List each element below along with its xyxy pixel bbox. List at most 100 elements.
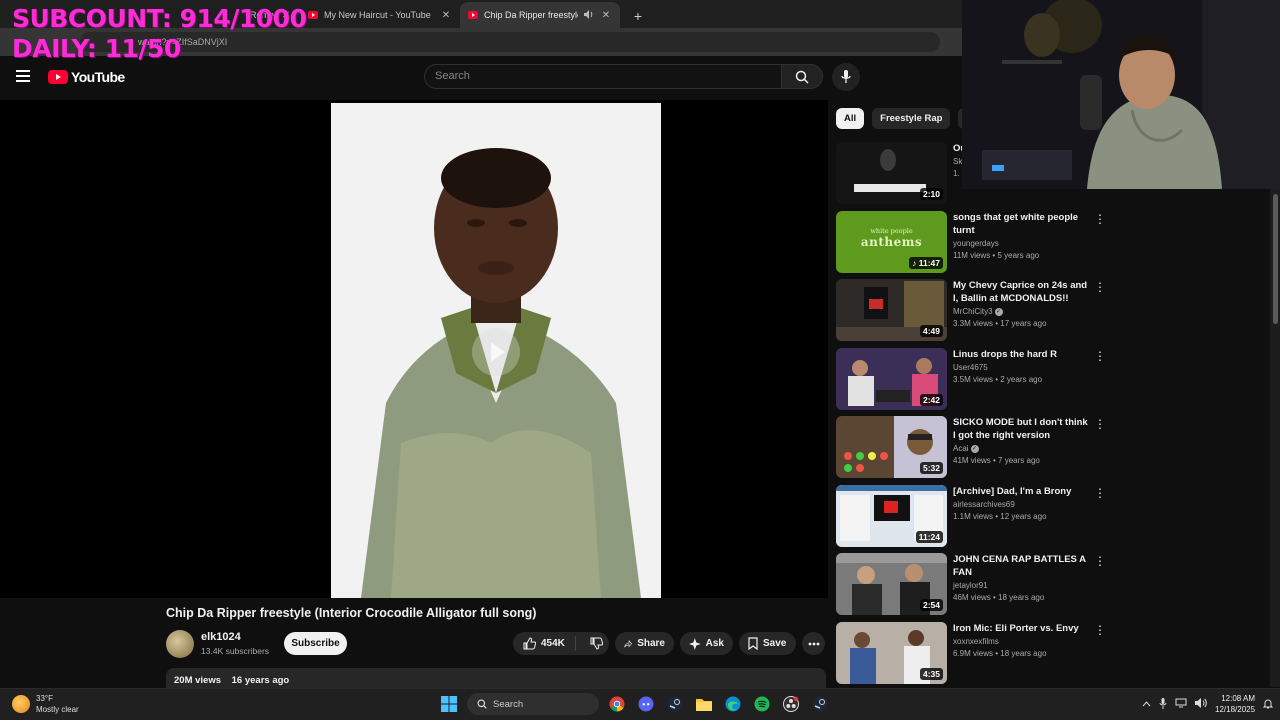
share-button[interactable]: Share xyxy=(615,632,674,655)
notification-bell-icon[interactable] xyxy=(1262,698,1274,711)
subscribe-button[interactable]: Subscribe xyxy=(284,632,347,655)
video-meta: 6.9M views • 18 years ago xyxy=(953,649,1047,658)
obs-icon[interactable] xyxy=(780,693,802,715)
close-icon[interactable]: ✕ xyxy=(440,10,452,21)
ask-button[interactable]: Ask xyxy=(680,632,733,655)
channel-name[interactable]: jetaylor91 xyxy=(953,581,1091,590)
video-meta: 11M views • 5 years ago xyxy=(953,251,1040,260)
recommendation-item[interactable]: 2:54 JOHN CENA RAP BATTLES A FAN jetaylo… xyxy=(836,553,1106,615)
play-icon[interactable] xyxy=(472,328,520,376)
save-button[interactable]: Save xyxy=(739,632,796,655)
more-vertical-icon[interactable]: ⋮ xyxy=(1094,555,1106,567)
weather-icon xyxy=(12,695,30,713)
network-icon[interactable] xyxy=(1175,698,1187,710)
weather-widget[interactable]: 33°F Mostly clear xyxy=(12,693,79,715)
file-explorer-icon[interactable] xyxy=(693,693,715,715)
chrome-icon[interactable] xyxy=(606,693,628,715)
recommendation-item[interactable]: 11:24 [Archive] Dad, I'm a Brony airless… xyxy=(836,485,1106,547)
browser-tab[interactable]: My New Haircut - YouTube ✕ xyxy=(300,2,460,28)
hamburger-menu-icon[interactable] xyxy=(16,70,30,82)
system-clock[interactable]: 12:08 AM 12/18/2025 xyxy=(1215,693,1255,715)
more-vertical-icon[interactable]: ⋮ xyxy=(1094,487,1106,499)
video-thumbnail[interactable]: 5:32 xyxy=(836,416,947,478)
taskbar-apps: Search xyxy=(438,693,831,715)
windows-start-icon[interactable] xyxy=(438,693,460,715)
subcount-overlay: SUBCOUNT: 914/1000 DAILY: 11/50 xyxy=(12,4,307,64)
channel-name[interactable]: MrChiCity3 xyxy=(953,307,993,316)
subscriber-count: 13.4K subscribers xyxy=(201,646,270,656)
subcount-text: SUBCOUNT: 914/1000 xyxy=(12,4,307,33)
youtube-logo[interactable]: YouTube xyxy=(48,69,125,85)
video-thumbnail[interactable]: white people anthems ♪ 11:47 xyxy=(836,211,947,273)
steam-icon[interactable] xyxy=(664,693,686,715)
channel-name[interactable]: youngerdays xyxy=(953,239,1091,248)
chip-all[interactable]: All xyxy=(836,108,865,129)
new-tab-button[interactable]: + xyxy=(626,4,650,28)
recommendation-item[interactable]: 4:35 Iron Mic: Eli Porter vs. Envy xoxnx… xyxy=(836,622,1106,684)
channel-name[interactable]: User4675 xyxy=(953,363,1091,372)
video-thumbnail[interactable]: 4:49 xyxy=(836,279,947,341)
video-thumbnail[interactable]: 2:42 xyxy=(836,348,947,410)
video-meta: 46M views • 18 years ago xyxy=(953,593,1045,602)
video-title[interactable]: songs that get white people turnt xyxy=(953,211,1091,237)
video-thumbnail[interactable]: 11:24 xyxy=(836,485,947,547)
microphone-icon[interactable] xyxy=(1159,697,1167,711)
dislike-button[interactable] xyxy=(581,637,612,650)
video-info: [Archive] Dad, I'm a Brony airlessarchiv… xyxy=(953,485,1091,521)
search-button[interactable] xyxy=(781,64,823,89)
volume-icon[interactable] xyxy=(1195,698,1207,710)
scrollbar-thumb[interactable] xyxy=(1273,194,1278,324)
recommendation-item[interactable]: 2:42 Linus drops the hard R User4675 3.5… xyxy=(836,348,1106,410)
video-title[interactable]: My Chevy Caprice on 24s and I, Ballin at… xyxy=(953,279,1091,305)
voice-search-button[interactable] xyxy=(832,63,860,91)
browser-tab-active[interactable]: Chip Da Ripper freestyle (In ✕ xyxy=(460,2,620,28)
chip-freestyle-rap[interactable]: Freestyle Rap xyxy=(872,108,951,129)
more-vertical-icon[interactable]: ⋮ xyxy=(1094,624,1106,636)
video-thumbnail[interactable]: 4:35 xyxy=(836,622,947,684)
more-vertical-icon[interactable]: ⋮ xyxy=(1094,281,1106,293)
channel-avatar[interactable] xyxy=(166,630,194,658)
spotify-icon[interactable] xyxy=(751,693,773,715)
channel-name[interactable]: elk1024 xyxy=(201,631,241,643)
recommendation-item[interactable]: 4:49 My Chevy Caprice on 24s and I, Ball… xyxy=(836,279,1106,341)
more-vertical-icon[interactable]: ⋮ xyxy=(1094,213,1106,225)
video-info: Iron Mic: Eli Porter vs. Envy xoxnxexfil… xyxy=(953,622,1091,658)
video-thumbnail[interactable]: 2:54 xyxy=(836,553,947,615)
webcam-feed xyxy=(962,0,1280,189)
video-title[interactable]: Iron Mic: Eli Porter vs. Envy xyxy=(953,622,1091,635)
page-scrollbar[interactable] xyxy=(1270,189,1280,687)
thumbs-down-icon xyxy=(590,637,603,650)
video-meta: 3.3M views • 17 years ago xyxy=(953,319,1047,328)
video-thumbnail[interactable]: 2:10 xyxy=(836,142,947,204)
chevron-up-icon[interactable] xyxy=(1142,699,1151,709)
clock-time: 12:08 AM xyxy=(1221,694,1256,703)
video-title[interactable]: [Archive] Dad, I'm a Brony xyxy=(953,485,1091,498)
bookmark-icon xyxy=(748,637,758,650)
weather-temp: 33°F xyxy=(36,694,53,703)
more-vertical-icon[interactable]: ⋮ xyxy=(1094,418,1106,430)
video-info: SICKO MODE but I don't think I got the r… xyxy=(953,416,1091,465)
video-title[interactable]: Linus drops the hard R xyxy=(953,348,1091,361)
close-icon[interactable]: ✕ xyxy=(600,10,612,21)
channel-name[interactable]: Acai xyxy=(953,444,969,453)
taskbar-search[interactable]: Search xyxy=(467,693,599,715)
more-actions-button[interactable] xyxy=(802,632,825,655)
video-player[interactable] xyxy=(0,100,828,598)
youtube-favicon-icon xyxy=(308,11,318,19)
recommendation-item[interactable]: white people anthems ♪ 11:47 songs that … xyxy=(836,211,1106,273)
like-button[interactable]: 454K xyxy=(513,636,576,651)
speaker-icon[interactable] xyxy=(584,9,594,21)
video-title[interactable]: SICKO MODE but I don't think I got the r… xyxy=(953,416,1091,442)
more-vertical-icon[interactable]: ⋮ xyxy=(1094,350,1106,362)
channel-name[interactable]: airlessarchives69 xyxy=(953,500,1091,509)
search-input[interactable]: Search xyxy=(424,64,782,89)
edge-icon[interactable] xyxy=(722,693,744,715)
video-title[interactable]: JOHN CENA RAP BATTLES A FAN xyxy=(953,553,1091,579)
discord-icon[interactable] xyxy=(635,693,657,715)
channel-name[interactable]: xoxnxexfilms xyxy=(953,637,1091,646)
video-info: Linus drops the hard R User4675 3.5M vie… xyxy=(953,348,1091,384)
verified-icon: ✓ xyxy=(994,307,1003,316)
video-duration: 2:54 xyxy=(919,599,943,611)
recommendation-item[interactable]: 5:32 SICKO MODE but I don't think I got … xyxy=(836,416,1106,478)
steam-icon[interactable] xyxy=(809,693,831,715)
